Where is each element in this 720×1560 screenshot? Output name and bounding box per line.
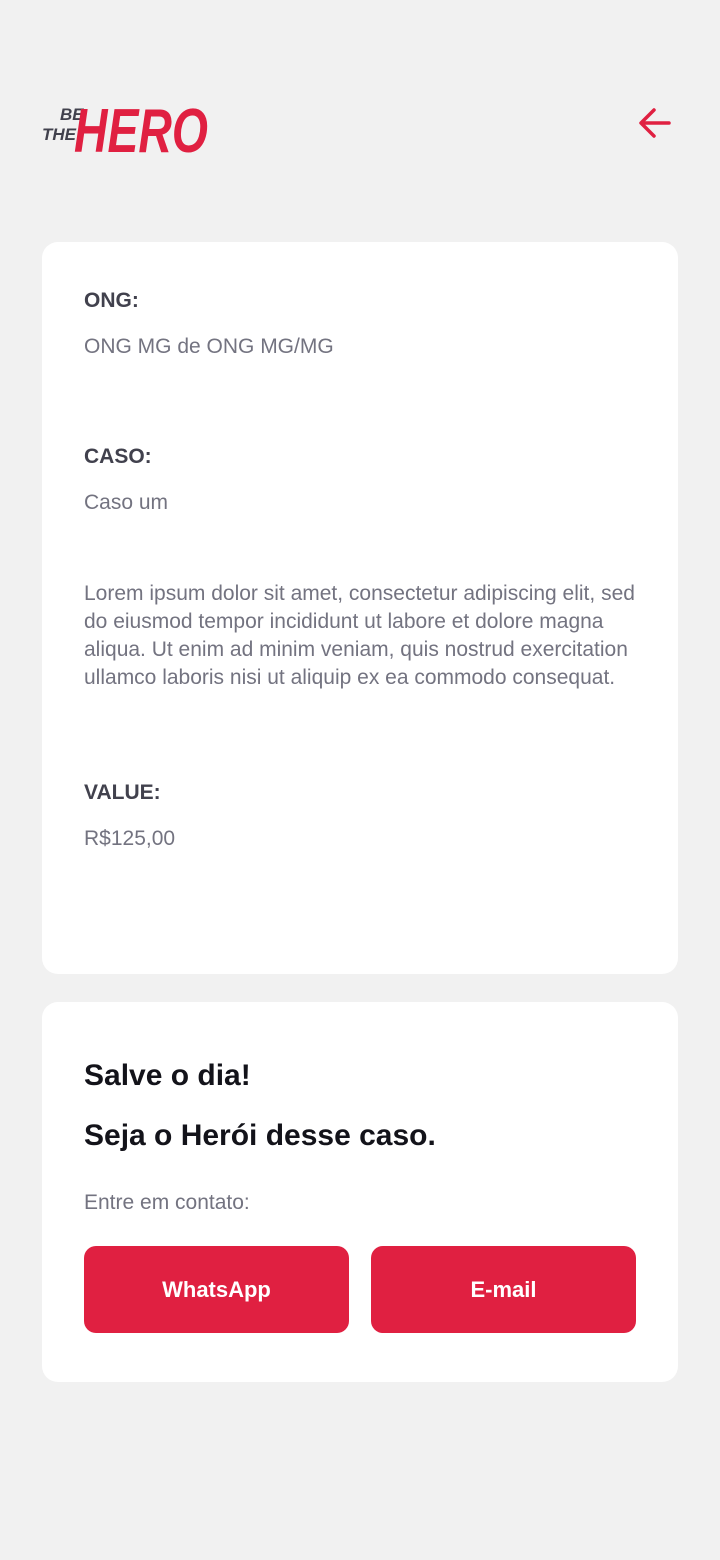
value-section: VALUE: R$125,00	[84, 780, 636, 852]
case-value: Caso um	[84, 491, 169, 514]
email-button[interactable]: E-mail	[371, 1246, 636, 1333]
description-section: Lorem ipsum dolor sit amet, consectetur …	[84, 580, 636, 692]
value-label: VALUE:	[84, 781, 161, 804]
be-the-hero-logo: BE THE HERO	[42, 86, 212, 166]
case-label: CASO:	[84, 445, 152, 468]
case-section: CASO: Caso um	[84, 444, 636, 516]
contact-subtitle: Seja o Herói desse caso.	[84, 1119, 436, 1152]
ong-label: ONG:	[84, 289, 139, 312]
incident-card: ONG: ONG MG de ONG MG/MG CASO: Caso um L…	[42, 242, 678, 974]
contact-card: Salve o dia! Seja o Herói desse caso. En…	[42, 1002, 678, 1382]
contact-actions: WhatsApp E-mail	[84, 1246, 636, 1333]
back-button[interactable]	[632, 100, 678, 146]
contact-hint: Entre em contato:	[84, 1191, 250, 1214]
contact-title: Salve o dia!	[84, 1059, 251, 1092]
value-amount: R$125,00	[84, 827, 176, 850]
ong-section: ONG: ONG MG de ONG MG/MG	[84, 288, 636, 360]
arrow-left-icon	[639, 108, 671, 138]
case-description: Lorem ipsum dolor sit amet, consectetur …	[84, 582, 635, 689]
header: BE THE HERO	[42, 86, 678, 166]
svg-text:HERO: HERO	[74, 97, 208, 162]
whatsapp-button[interactable]: WhatsApp	[84, 1246, 349, 1333]
svg-text:THE: THE	[42, 125, 77, 144]
ong-value: ONG MG de ONG MG/MG	[84, 335, 334, 358]
